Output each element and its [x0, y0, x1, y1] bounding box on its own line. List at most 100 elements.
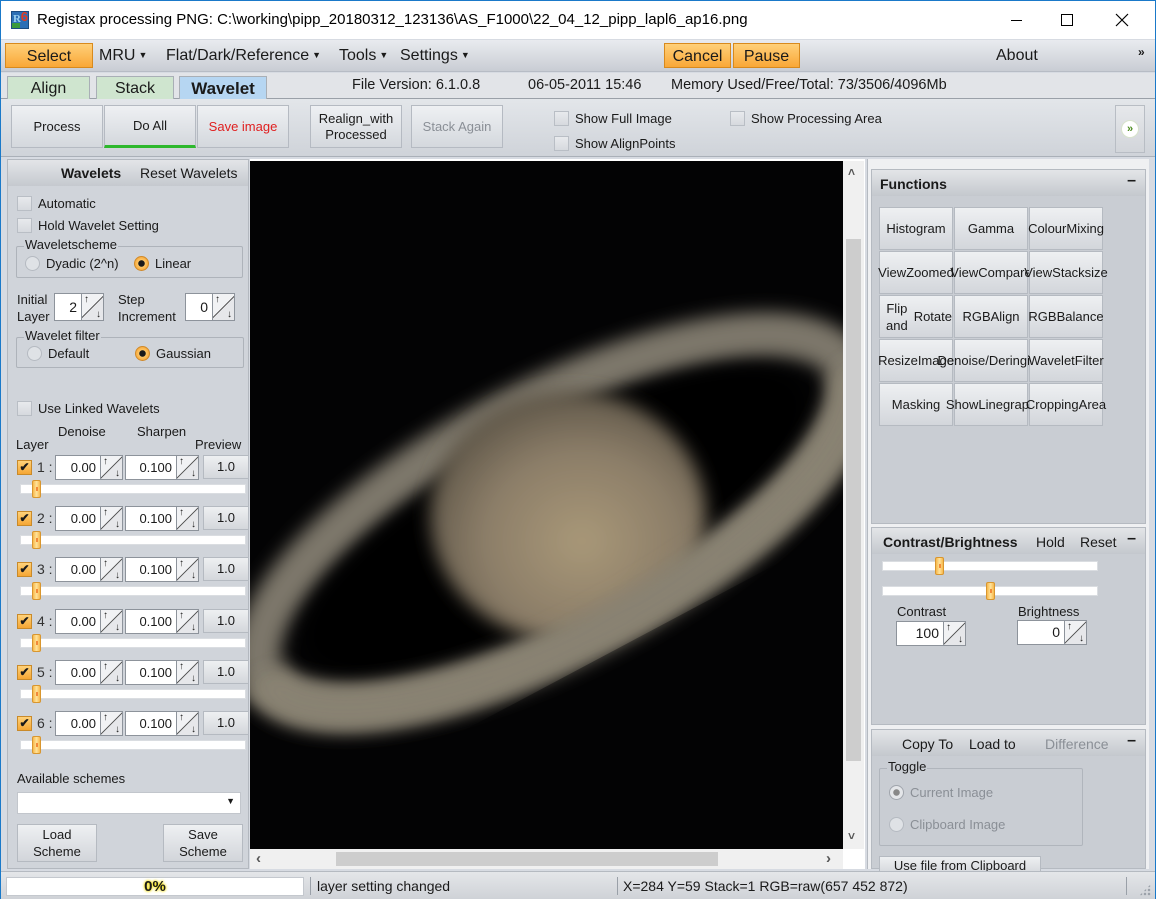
preview-button[interactable]: 1.0	[203, 506, 249, 531]
menu-settings[interactable]: Settings ▼	[400, 43, 470, 68]
sharpen-spinner[interactable]: 0.100 ↑ ↓	[125, 506, 199, 532]
rgb-align-button[interactable]: RGB Align	[954, 295, 1028, 338]
layer-enabled-checkbox[interactable]: ✔	[17, 716, 32, 731]
menu-overflow-icon[interactable]: »	[1138, 40, 1145, 65]
slider-thumb[interactable]	[31, 480, 41, 498]
do-all-button[interactable]: Do All	[104, 105, 196, 148]
view-compare-button[interactable]: View Compare	[950, 251, 1032, 294]
tab-align[interactable]: Align	[7, 76, 90, 99]
vertical-scroll-thumb[interactable]	[846, 239, 861, 761]
spin-arrows-icon[interactable]: ↑ ↓	[176, 609, 198, 633]
layer-sharpen-slider[interactable]	[20, 582, 246, 601]
contrast-spinner[interactable]: 100 ↑ ↓	[896, 621, 966, 646]
view-zoomed-button[interactable]: View Zoomed	[878, 251, 954, 294]
collapse-icon[interactable]: –	[1127, 172, 1136, 190]
pause-button[interactable]: Pause	[733, 43, 800, 68]
layer-sharpen-slider[interactable]	[20, 531, 246, 550]
spin-arrows-icon[interactable]: ↑ ↓	[212, 294, 234, 320]
default-filter-radio[interactable]: Default	[27, 346, 89, 361]
layer-enabled-checkbox[interactable]: ✔	[17, 460, 32, 475]
copy-to-button[interactable]: Copy To	[902, 736, 953, 752]
cropping-area-button[interactable]: Cropping Area	[1026, 383, 1106, 426]
denoise-spinner[interactable]: 0.00 ↑ ↓	[55, 608, 123, 634]
hold-wavelet-setting-checkbox[interactable]: Hold Wavelet Setting	[17, 218, 159, 233]
spin-arrows-icon[interactable]: ↑ ↓	[100, 456, 122, 479]
layer-sharpen-slider[interactable]	[20, 633, 246, 652]
menu-about[interactable]: About	[996, 43, 1038, 68]
automatic-checkbox[interactable]: Automatic	[17, 196, 96, 211]
layer-enabled-checkbox[interactable]: ✔	[17, 511, 32, 527]
brightness-spinner[interactable]: 0 ↑ ↓	[1017, 620, 1087, 645]
dyadic-radio[interactable]: Dyadic (2^n)	[25, 256, 119, 271]
clipboard-image-radio[interactable]: Clipboard Image	[889, 817, 1005, 832]
contrast-slider[interactable]	[882, 557, 1098, 575]
saturn-image[interactable]	[250, 161, 843, 849]
spin-arrows-icon[interactable]: ↑ ↓	[176, 558, 198, 582]
flip-and-rotate-button[interactable]: Flip and Rotate	[879, 295, 953, 338]
close-button[interactable]	[1099, 1, 1145, 39]
use-linked-wavelets-checkbox[interactable]: Use Linked Wavelets	[17, 401, 160, 416]
menu-tools[interactable]: Tools ▼	[339, 43, 388, 68]
slider-thumb[interactable]	[31, 633, 41, 652]
show-alignpoints-checkbox[interactable]: Show AlignPoints	[554, 136, 675, 151]
denoise-spinner[interactable]: 0.00 ↑ ↓	[55, 455, 123, 480]
collapse-icon[interactable]: –	[1127, 530, 1136, 548]
spin-arrows-icon[interactable]: ↑ ↓	[943, 622, 965, 645]
resize-grip-icon[interactable]	[1139, 884, 1151, 896]
vertical-scrollbar[interactable]: ˄ ˅	[843, 161, 864, 849]
denoise-spinner[interactable]: 0.00 ↑ ↓	[55, 711, 123, 736]
horizontal-scrollbar[interactable]: ‹ ›	[250, 849, 843, 869]
contrast-slider-thumb[interactable]	[934, 557, 944, 575]
tab-stack[interactable]: Stack	[96, 76, 174, 99]
step-increment-spinner[interactable]: 0 ↑ ↓	[185, 293, 235, 321]
spin-arrows-icon[interactable]: ↑ ↓	[1064, 621, 1086, 644]
hold-button[interactable]: Hold	[1036, 534, 1065, 550]
slider-thumb[interactable]	[31, 736, 41, 754]
minimize-button[interactable]	[993, 1, 1039, 39]
sharpen-spinner[interactable]: 0.100 ↑ ↓	[125, 608, 199, 634]
spin-arrows-icon[interactable]: ↑ ↓	[81, 294, 103, 320]
spin-arrows-icon[interactable]: ↑ ↓	[176, 507, 198, 531]
brightness-slider-thumb[interactable]	[986, 582, 995, 600]
preview-button[interactable]: 1.0	[203, 455, 249, 479]
preview-button[interactable]: 1.0	[203, 557, 249, 582]
rgb-balance-button[interactable]: RGB Balance	[1028, 295, 1104, 338]
maximize-button[interactable]	[1044, 1, 1090, 39]
spin-arrows-icon[interactable]: ↑ ↓	[176, 456, 198, 479]
stack-again-button[interactable]: Stack Again	[411, 105, 503, 148]
sharpen-spinner[interactable]: 0.100 ↑ ↓	[125, 659, 199, 685]
show-full-image-checkbox[interactable]: Show Full Image	[554, 111, 672, 126]
layer-enabled-checkbox[interactable]: ✔	[17, 613, 32, 629]
slider-thumb[interactable]	[31, 531, 41, 550]
sharpen-spinner[interactable]: 0.100 ↑ ↓	[125, 455, 199, 480]
preview-button[interactable]: 1.0	[203, 608, 249, 633]
denoise-spinner[interactable]: 0.00 ↑ ↓	[55, 659, 123, 685]
sharpen-spinner[interactable]: 0.100 ↑ ↓	[125, 557, 199, 583]
difference-button[interactable]: Difference	[1045, 736, 1109, 752]
spin-arrows-icon[interactable]: ↑ ↓	[100, 712, 122, 735]
load-scheme-button[interactable]: Load Scheme	[17, 824, 97, 862]
current-image-radio[interactable]: Current Image	[889, 785, 993, 800]
brightness-slider[interactable]	[882, 582, 1098, 600]
select-button[interactable]: Select	[5, 43, 93, 68]
realign-with-processed-button[interactable]: Realign_with Processed	[310, 105, 402, 148]
scroll-down-icon[interactable]: ˅	[848, 829, 855, 843]
initial-layer-spinner[interactable]: 2 ↑ ↓	[54, 293, 104, 321]
cancel-button[interactable]: Cancel	[664, 43, 731, 68]
show-linegraph-button[interactable]: Show Linegraph	[946, 383, 1036, 426]
save-image-button[interactable]: Save image	[197, 105, 289, 148]
colour-mixing-button[interactable]: Colour Mixing	[1028, 207, 1104, 250]
wavelet-filter-button[interactable]: Wavelet Filter	[1028, 339, 1104, 382]
spin-arrows-icon[interactable]: ↑ ↓	[100, 558, 122, 582]
preview-button[interactable]: 1.0	[203, 711, 249, 735]
gamma-button[interactable]: Gamma	[954, 207, 1028, 250]
layer-sharpen-slider[interactable]	[20, 684, 246, 703]
preview-button[interactable]: 1.0	[203, 659, 249, 684]
reset-wavelets-button[interactable]: Reset Wavelets	[140, 165, 238, 181]
scroll-right-icon[interactable]: ›	[826, 850, 831, 867]
load-to-button[interactable]: Load to	[969, 736, 1016, 752]
menu-flat-dark-reference[interactable]: Flat/Dark/Reference ▼	[166, 43, 321, 68]
collapse-icon[interactable]: –	[1127, 732, 1136, 750]
view-stacksize-button[interactable]: View Stacksize	[1024, 251, 1108, 294]
expand-panel-button[interactable]: »	[1115, 105, 1145, 153]
